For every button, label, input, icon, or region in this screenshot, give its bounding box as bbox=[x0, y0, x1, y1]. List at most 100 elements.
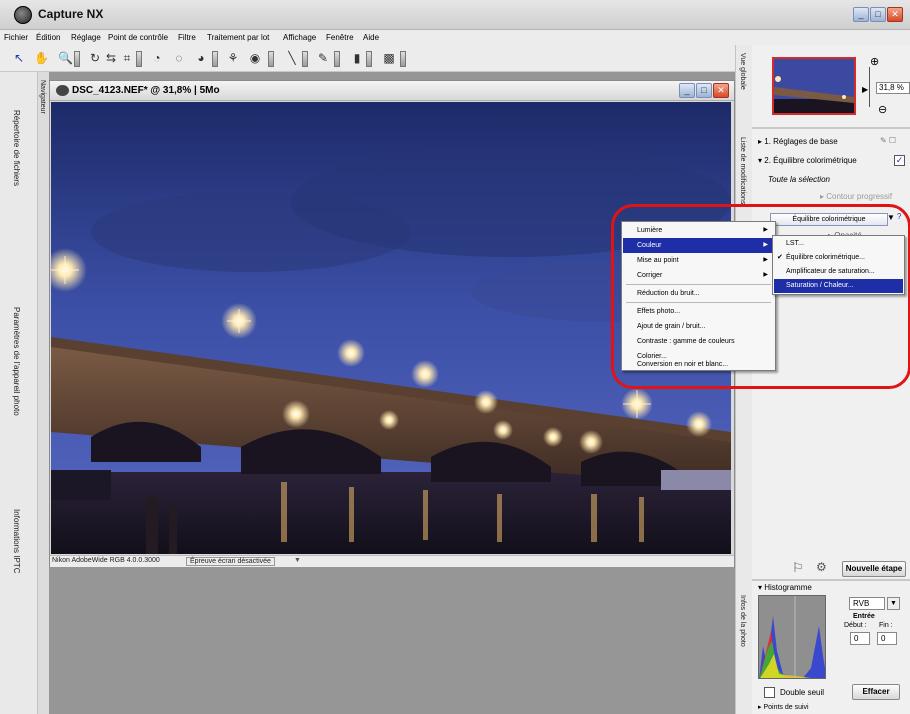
zoom-value-field[interactable]: 31,8 % bbox=[876, 82, 910, 94]
channel-select[interactable]: RVB bbox=[849, 597, 885, 610]
selection-label: Toute la sélection bbox=[768, 175, 830, 184]
zoom-icon[interactable]: 🔍 bbox=[58, 51, 73, 65]
fill-icon[interactable]: ▩ bbox=[382, 51, 396, 65]
submenu-item-saturation-chaleur[interactable]: Saturation / Chaleur... bbox=[774, 279, 903, 293]
soft-proof-label: Épreuve écran désactivée bbox=[186, 557, 275, 566]
tab-iptc-info[interactable]: Informations IPTC bbox=[12, 509, 21, 573]
color-control-point-icon[interactable]: ⚘ bbox=[226, 51, 240, 65]
channel-dropdown-icon[interactable]: ▼ bbox=[887, 597, 900, 610]
start-value-field[interactable]: 0 bbox=[850, 632, 870, 645]
double-threshold-checkbox[interactable] bbox=[764, 687, 775, 698]
panel-divider bbox=[752, 127, 910, 129]
doc-close-icon[interactable]: ✕ bbox=[713, 83, 729, 98]
gradient-icon[interactable]: ▮ bbox=[350, 51, 364, 65]
minimize-icon[interactable]: _ bbox=[853, 7, 869, 22]
menu-item-lumiere[interactable]: Lumière ▶ bbox=[623, 223, 774, 238]
menu-item-corriger[interactable]: Corriger ▶ bbox=[623, 268, 774, 283]
neutral-point-icon[interactable]: ◕ bbox=[194, 51, 208, 65]
rotate-icon[interactable]: ↻ bbox=[88, 51, 102, 65]
straighten-icon[interactable]: ⇆ bbox=[104, 51, 118, 65]
menu-item-effets-photo[interactable]: Effets photo... bbox=[623, 304, 774, 319]
menu-aide[interactable]: Aide bbox=[363, 33, 379, 42]
submenu-item-amplificateur[interactable]: Amplificateur de saturation... bbox=[774, 265, 903, 279]
black-point-icon[interactable]: ◔ bbox=[150, 51, 164, 65]
hand-icon[interactable]: ✋ bbox=[34, 51, 49, 65]
tracking-points-row[interactable]: ▸ Points de suivi bbox=[758, 703, 809, 711]
menu-affichage[interactable]: Affichage bbox=[283, 33, 316, 42]
soft-proof-dropdown-icon[interactable]: ▼ bbox=[294, 557, 301, 564]
menu-item-ajout-grain[interactable]: Ajout de grain / bruit... bbox=[623, 319, 774, 334]
menu-reglage[interactable]: Réglage bbox=[71, 33, 101, 42]
crop-icon[interactable]: ⌗ bbox=[120, 51, 134, 65]
menu-item-couleur[interactable]: Couleur ▶ bbox=[623, 238, 774, 253]
menu-item-reduction-bruit[interactable]: Réduction du bruit... bbox=[623, 286, 774, 301]
menu-item-corriger-label: Corriger bbox=[637, 272, 663, 279]
menu-item-lumiere-label: Lumière bbox=[637, 227, 663, 234]
menu-item-contraste[interactable]: Contraste : gamme de couleurs bbox=[623, 334, 774, 349]
submenu-item-lst[interactable]: LST... bbox=[774, 237, 903, 251]
navigator-strip: Navigateur bbox=[38, 72, 49, 714]
submenu-arrow-icon: ▶ bbox=[763, 242, 768, 248]
white-point-icon[interactable]: ◌ bbox=[172, 51, 186, 65]
maximize-icon[interactable]: □ bbox=[870, 7, 886, 22]
edit-step-2[interactable]: ▾ 2. Équilibre colorimétrique bbox=[752, 152, 910, 169]
lasso-icon[interactable]: ╲ bbox=[285, 51, 299, 65]
zoom-slider[interactable] bbox=[869, 67, 870, 107]
flag-icon[interactable]: ⚐ bbox=[792, 560, 804, 576]
select-arrow-icon[interactable]: ↖ bbox=[12, 51, 26, 65]
zoom-in-icon[interactable]: ⊕ bbox=[870, 55, 879, 68]
tab-navigator[interactable]: Navigateur bbox=[39, 80, 46, 114]
document-status-bar: Nikon AdobeWide RGB 4.0.0.3000 Épreuve é… bbox=[50, 555, 734, 567]
menu-traitement-par-lot[interactable]: Traitement par lot bbox=[207, 33, 269, 42]
tab-camera-settings[interactable]: Paramètres de l'appareil photo bbox=[12, 307, 21, 416]
overview-thumbnail[interactable] bbox=[772, 57, 856, 115]
zoom-out-icon[interactable]: ⊖ bbox=[878, 103, 887, 116]
histogram-header[interactable]: ▾ Histogramme bbox=[758, 583, 812, 592]
zoom-pointer-icon[interactable]: ▶ bbox=[862, 85, 868, 94]
progressive-edge-row[interactable]: ▸ Contour progressif bbox=[752, 188, 910, 205]
submenu-item-equilibre-label: Équilibre colorimétrique... bbox=[786, 254, 865, 261]
filter-select[interactable]: Équilibre colorimétrique bbox=[770, 213, 888, 226]
end-value-field[interactable]: 0 bbox=[877, 632, 897, 645]
tab-overview[interactable]: Vue globale bbox=[739, 53, 746, 90]
tool-flyout-handle[interactable] bbox=[366, 51, 372, 67]
tab-edit-list[interactable]: Liste de modifications bbox=[739, 137, 746, 204]
submenu-item-equilibre[interactable]: ✔ Équilibre colorimétrique... bbox=[774, 251, 903, 265]
tab-file-browser[interactable]: Répertoire de fichiers bbox=[12, 110, 21, 186]
edit-step-1-label: 1. Réglages de base bbox=[764, 137, 838, 146]
menu-item-noir-et-blanc[interactable]: Conversion en noir et blanc... bbox=[623, 358, 774, 371]
tool-flyout-handle[interactable] bbox=[400, 51, 406, 67]
tool-flyout-handle[interactable] bbox=[268, 51, 274, 67]
filter-help-icon[interactable]: ? bbox=[897, 212, 901, 221]
doc-maximize-icon[interactable]: □ bbox=[696, 83, 712, 98]
tool-flyout-handle[interactable] bbox=[136, 51, 142, 67]
edit-step-2-checkbox[interactable]: ✓ bbox=[894, 155, 905, 166]
clear-button[interactable]: Effacer bbox=[852, 684, 900, 700]
tool-flyout-handle[interactable] bbox=[302, 51, 308, 67]
app-title: Capture NX bbox=[38, 7, 104, 21]
edit-step-1-icons[interactable]: ✎ ☐ bbox=[880, 136, 896, 145]
menu-fichier[interactable]: Fichier bbox=[4, 33, 28, 42]
edit-step-2-label: 2. Équilibre colorimétrique bbox=[764, 156, 857, 165]
input-label: Entrée bbox=[853, 613, 875, 620]
color-profile-label: Nikon AdobeWide RGB 4.0.0.3000 bbox=[52, 557, 160, 564]
menu-separator bbox=[626, 302, 771, 303]
new-step-button[interactable]: Nouvelle étape bbox=[842, 561, 906, 577]
tool-flyout-handle[interactable] bbox=[334, 51, 340, 67]
filter-dropdown-icon[interactable]: ▼ bbox=[887, 213, 895, 222]
menu-fenetre[interactable]: Fenêtre bbox=[326, 33, 354, 42]
tool-flyout-handle[interactable] bbox=[212, 51, 218, 67]
red-eye-icon[interactable]: ◉ bbox=[248, 51, 262, 65]
tab-photo-info[interactable]: Infos de la photo bbox=[739, 595, 746, 647]
doc-minimize-icon[interactable]: _ bbox=[679, 83, 695, 98]
menu-point-de-controle[interactable]: Point de contrôle bbox=[108, 33, 168, 42]
close-icon[interactable]: ✕ bbox=[887, 7, 903, 22]
histogram-graph[interactable] bbox=[758, 595, 826, 679]
tool-flyout-handle[interactable] bbox=[74, 51, 80, 67]
brush-icon[interactable]: ✎ bbox=[316, 51, 330, 65]
document-title-bar[interactable]: DSC_4123.NEF* @ 31,8% | 5Mo _ □ ✕ bbox=[50, 81, 734, 101]
settings-icon[interactable]: ⚙ bbox=[816, 560, 827, 574]
menu-edition[interactable]: Édition bbox=[36, 33, 60, 42]
menu-item-mise-au-point[interactable]: Mise au point ▶ bbox=[623, 253, 774, 268]
menu-filtre[interactable]: Filtre bbox=[178, 33, 196, 42]
